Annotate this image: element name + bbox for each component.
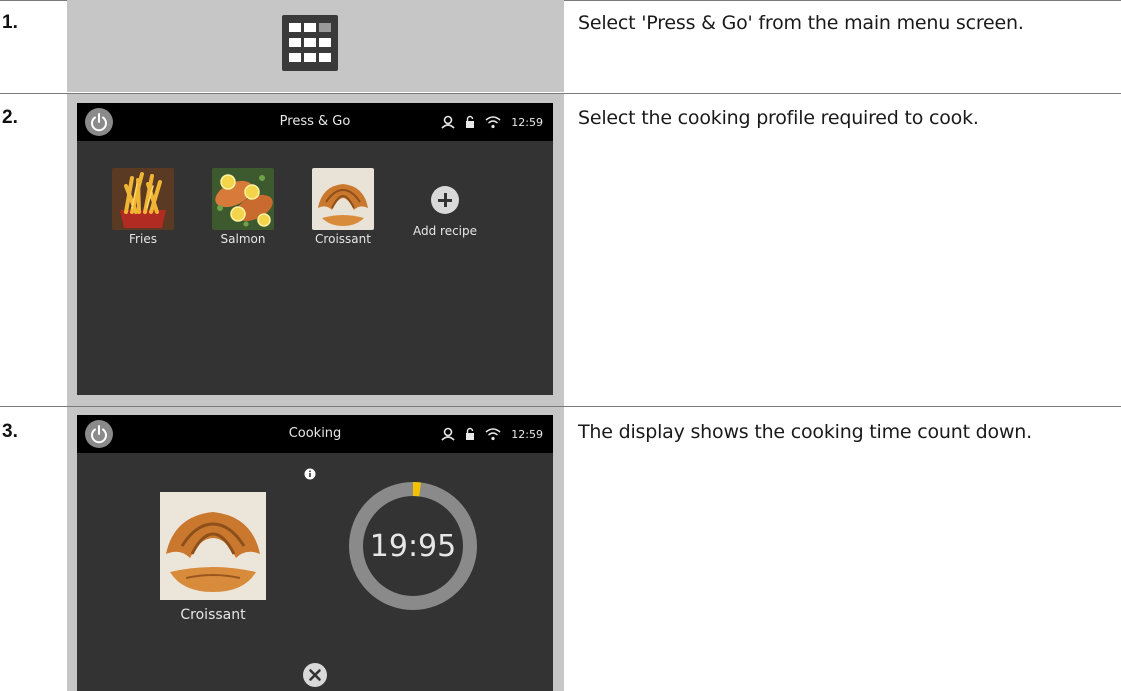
recipe-fries[interactable]: Fries (98, 168, 188, 246)
wifi-icon (485, 428, 501, 441)
step-text-3: The display shows the cooking time count… (578, 421, 1032, 443)
step-text-2: Select the cooking profile required to c… (578, 107, 979, 129)
press-go-status-bar: 12:59 (441, 113, 543, 131)
add-icon (431, 186, 459, 214)
salmon-image (212, 168, 274, 230)
recipe-fries-label: Fries (129, 232, 157, 246)
add-recipe-label: Add recipe (412, 224, 478, 238)
user-icon (441, 115, 455, 129)
cooking-topbar: Cooking 12:59 (77, 415, 553, 453)
lock-icon (466, 427, 475, 440)
timer-readout: 19:95 (369, 529, 457, 564)
cooking-croissant-image (160, 492, 266, 600)
step-number-2: 2. (2, 107, 18, 128)
step-number-3: 3. (2, 421, 18, 442)
step-1-image-cell (67, 0, 564, 92)
step-3-image-cell: Cooking 12:59 Croissant 19:95 (67, 407, 564, 691)
recipe-croissant[interactable]: Croissant (298, 168, 388, 246)
step-text-1: Select 'Press & Go' from the main menu s… (578, 12, 1024, 34)
recipe-salmon[interactable]: Salmon (198, 168, 288, 246)
cooking-screen: Cooking 12:59 Croissant 19:95 (77, 415, 553, 691)
step-2-image-cell: Press & Go 12:59 Fries Salmon Croissant … (67, 94, 564, 406)
cooking-time: 12:59 (511, 427, 543, 441)
press-go-time: 12:59 (511, 115, 543, 129)
recipe-croissant-label: Croissant (315, 232, 371, 246)
lock-icon (466, 115, 475, 128)
info-icon[interactable] (304, 468, 316, 480)
press-go-screen: Press & Go 12:59 Fries Salmon Croissant … (77, 103, 553, 395)
fries-image (112, 168, 174, 230)
press-go-topbar: Press & Go 12:59 (77, 103, 553, 141)
cooking-status-bar: 12:59 (441, 425, 543, 443)
step-number-1: 1. (2, 12, 18, 33)
close-icon[interactable] (303, 663, 327, 687)
wifi-icon (485, 116, 501, 129)
cooking-recipe-label: Croissant (180, 607, 246, 623)
grid-menu-icon[interactable] (282, 15, 338, 71)
croissant-image (312, 168, 374, 230)
recipe-salmon-label: Salmon (220, 232, 266, 246)
add-recipe-button[interactable]: Add recipe (400, 168, 490, 238)
user-icon (441, 427, 455, 441)
